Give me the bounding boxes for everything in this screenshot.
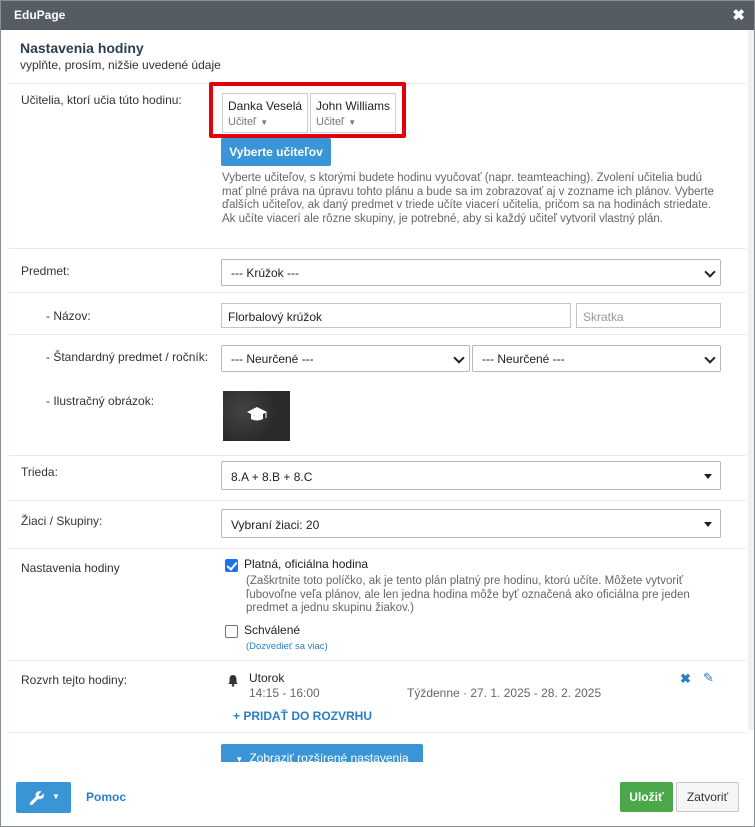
page-title: Nastavenia hodiny xyxy=(20,40,144,56)
lesson-settings-label: Nastavenia hodiny xyxy=(21,561,120,575)
divider xyxy=(9,500,746,501)
name-input-value: Florbalový krúžok xyxy=(228,310,323,324)
chevron-down-icon xyxy=(704,352,716,364)
teachers-help-text: Vyberte učiteľov, s ktorými budete hodin… xyxy=(222,172,714,225)
teacher-chip[interactable]: John Williams Učiteľ ▼ xyxy=(310,93,396,133)
students-select[interactable]: Vybraní žiaci: 20 xyxy=(221,509,721,538)
approved-label[interactable]: Schválené xyxy=(244,623,300,637)
subject-select-value: --- Krúžok --- xyxy=(231,266,299,280)
caret-down-icon: ▼ xyxy=(348,118,357,127)
divider xyxy=(9,548,746,549)
schedule-recurrence: Týždenne · 27. 1. 2025 - 28. 2. 2025 xyxy=(407,686,602,700)
window-title: EduPage xyxy=(14,8,66,22)
official-checkbox[interactable] xyxy=(225,559,238,572)
caret-down-icon xyxy=(704,474,712,479)
divider xyxy=(9,248,746,249)
class-label: Trieda: xyxy=(21,465,58,479)
divider xyxy=(9,334,746,335)
tools-button[interactable]: ▼ xyxy=(16,782,71,813)
teacher-name: Danka Veselá xyxy=(228,99,303,113)
abbreviation-placeholder: Skratka xyxy=(583,310,624,324)
titlebar: EduPage ✖ xyxy=(1,1,754,30)
schedule-day: Utorok xyxy=(249,671,285,685)
standard-grade-value: --- Neurčené --- xyxy=(482,352,565,366)
standard-label: - Štandardný predmet / ročník: xyxy=(46,350,209,364)
delete-icon[interactable]: ✖ xyxy=(680,671,691,687)
students-label: Žiaci / Skupiny: xyxy=(21,514,103,528)
teacher-role: Učiteľ xyxy=(228,116,257,128)
students-select-value: Vybraní žiaci: 20 xyxy=(231,518,320,532)
official-help-text: (Zaškrtnite toto políčko, ak je tento pl… xyxy=(246,575,690,614)
caret-down-icon xyxy=(704,522,712,527)
teacher-role-select[interactable]: Učiteľ ▼ xyxy=(228,116,268,128)
illustration-image[interactable] xyxy=(223,391,290,441)
dialog-body: Nastavenia hodiny vyplňte, prosím, nižši… xyxy=(1,30,754,762)
divider xyxy=(9,455,746,456)
name-label: - Názov: xyxy=(46,309,91,323)
close-icon[interactable]: ✖ xyxy=(732,6,745,24)
teachers-label: Učitelia, ktorí učia túto hodinu: xyxy=(21,93,182,107)
caret-down-icon: ▼ xyxy=(260,118,269,127)
official-label[interactable]: Platná, oficiálna hodina xyxy=(244,557,368,571)
name-input[interactable]: Florbalový krúžok xyxy=(221,303,571,328)
learn-more-link[interactable]: (Dozvedieť sa viac) xyxy=(246,641,328,652)
subject-label: Predmet: xyxy=(21,264,70,278)
chevron-down-icon xyxy=(453,352,465,364)
approved-checkbox[interactable] xyxy=(225,625,238,638)
illustration-label: - Ilustračný obrázok: xyxy=(46,394,155,408)
divider xyxy=(9,292,746,293)
page-subtitle: vyplňte, prosím, nižšie uvedené údaje xyxy=(20,58,221,72)
bell-icon xyxy=(228,675,238,687)
caret-down-icon: ▼ xyxy=(235,755,244,762)
standard-subject-value: --- Neurčené --- xyxy=(231,352,314,366)
caret-down-icon: ▼ xyxy=(52,792,60,801)
teachers-highlight: Danka Veselá Učiteľ ▼ John Williams Učite… xyxy=(209,82,406,138)
divider xyxy=(9,732,746,733)
divider xyxy=(9,660,746,661)
class-select[interactable]: 8.A + 8.B + 8.C xyxy=(221,461,721,490)
subject-select[interactable]: --- Krúžok --- xyxy=(221,259,721,286)
standard-grade-select[interactable]: --- Neurčené --- xyxy=(472,345,721,372)
show-advanced-label: Zobraziť rozšírené nastavenia xyxy=(249,751,409,762)
wrench-icon xyxy=(29,791,44,806)
select-teachers-button[interactable]: Vyberte učiteľov xyxy=(221,138,331,166)
graduation-cap-icon xyxy=(247,407,267,421)
save-button[interactable]: Uložiť xyxy=(620,782,673,812)
schedule-time: 14:15 - 16:00 xyxy=(249,686,320,700)
abbreviation-input[interactable]: Skratka xyxy=(576,303,721,328)
class-select-value: 8.A + 8.B + 8.C xyxy=(231,470,313,484)
show-advanced-button[interactable]: ▼ Zobraziť rozšírené nastavenia xyxy=(221,744,423,762)
edupage-dialog: EduPage ✖ Nastavenia hodiny vyplňte, pro… xyxy=(0,0,755,827)
dialog-footer: ▼ Pomoc Uložiť Zatvoriť xyxy=(1,762,754,826)
add-to-schedule-button[interactable]: + PRIDAŤ DO ROZVRHU xyxy=(233,709,372,723)
edit-icon[interactable]: ✎ xyxy=(703,670,714,686)
standard-subject-select[interactable]: --- Neurčené --- xyxy=(221,345,470,372)
schedule-label: Rozvrh tejto hodiny: xyxy=(21,673,128,687)
teacher-role-select[interactable]: Učiteľ ▼ xyxy=(316,116,356,128)
teacher-role: Učiteľ xyxy=(316,116,345,128)
teacher-name: John Williams xyxy=(316,99,391,113)
teacher-chip[interactable]: Danka Veselá Učiteľ ▼ xyxy=(222,93,308,133)
close-button[interactable]: Zatvoriť xyxy=(676,782,739,812)
chevron-down-icon xyxy=(704,266,716,278)
help-link[interactable]: Pomoc xyxy=(86,790,126,804)
